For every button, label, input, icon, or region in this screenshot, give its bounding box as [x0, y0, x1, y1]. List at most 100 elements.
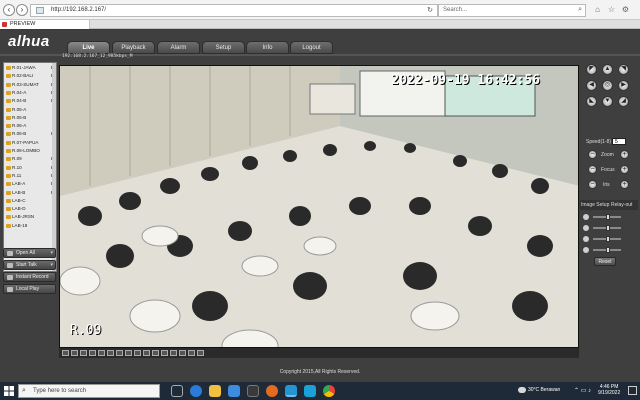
address-bar[interactable]: http://192.168.2.167/ ↻ — [30, 4, 438, 17]
favorites-icon[interactable]: ☆ — [606, 4, 617, 15]
ptz-left-icon[interactable]: ◀ — [586, 80, 597, 91]
camera-list-item[interactable]: R.07-PAPUA — [6, 139, 56, 147]
task-view-icon[interactable] — [171, 385, 183, 397]
ptz-up-left-icon[interactable]: ◤ — [586, 64, 597, 75]
browser-search-input[interactable]: Search... ⌕ — [438, 4, 586, 17]
notification-icon[interactable] — [628, 386, 637, 395]
weather-text[interactable]: 30°C Berawan — [528, 387, 560, 393]
ptz-up-icon[interactable]: ▲ — [602, 64, 613, 75]
app-icon[interactable] — [247, 385, 259, 397]
layout-64-icon[interactable] — [152, 350, 159, 356]
audio-icon[interactable] — [188, 350, 195, 356]
camera-list-item[interactable]: LAB-19 — [6, 222, 56, 230]
nav-tab-logout[interactable]: Logout — [290, 41, 333, 54]
windows-start-icon[interactable] — [3, 385, 15, 397]
taskbar-search-input[interactable]: ⌕ Type here to search — [18, 384, 160, 398]
teamviewer-icon[interactable] — [304, 385, 316, 397]
local-play-button[interactable]: Local Play — [3, 284, 56, 294]
zoom-out-icon[interactable]: − — [588, 150, 597, 159]
file-explorer-icon[interactable] — [209, 385, 221, 397]
refresh-icon[interactable]: ↻ — [427, 6, 433, 14]
camera-list-item[interactable]: R.09M — [6, 155, 56, 163]
store-icon[interactable] — [228, 385, 240, 397]
camera-list-item[interactable]: LAB-C — [6, 197, 56, 205]
snapshot-icon[interactable] — [170, 350, 177, 356]
tab-label: PREVIEW — [10, 21, 36, 27]
layout-13-icon[interactable] — [107, 350, 114, 356]
tray-icons[interactable]: ⌃ ▭ ♪ — [574, 387, 591, 394]
brightness-slider-knob[interactable] — [606, 214, 610, 220]
layout-6-icon[interactable] — [80, 350, 87, 356]
layout-20-icon[interactable] — [125, 350, 132, 356]
fullscreen-icon[interactable] — [161, 350, 168, 356]
camera-list-item[interactable]: R.03-SUMATM — [6, 81, 56, 89]
search-icon[interactable]: ⌕ — [578, 6, 582, 14]
settings-gear-icon[interactable]: ⚙ — [620, 4, 631, 15]
video-toolbar — [59, 348, 579, 358]
close-all-icon[interactable] — [197, 350, 204, 356]
relay-out-tab[interactable]: Relay-out — [611, 202, 632, 208]
ptz-down-right-icon[interactable]: ◢ — [618, 96, 629, 107]
iris-open-icon[interactable]: + — [620, 180, 629, 189]
camera-list-item[interactable]: LAB-JRSN — [6, 213, 56, 221]
start-talk-button[interactable]: Start Talk ▾ — [3, 260, 56, 270]
focus-far-icon[interactable]: + — [620, 165, 629, 174]
layout-9-icon[interactable] — [98, 350, 105, 356]
chevron-down-icon[interactable]: ▾ — [50, 261, 53, 270]
layout-25-icon[interactable] — [134, 350, 141, 356]
camera-list-item[interactable]: LAB-AM — [6, 180, 56, 188]
ptz-down-left-icon[interactable]: ◣ — [586, 96, 597, 107]
camera-list-item[interactable]: R.06-A — [6, 122, 56, 130]
layout-36-icon[interactable] — [143, 350, 150, 356]
camera-list-item[interactable]: R.04-AM — [6, 89, 56, 97]
chrome-icon[interactable] — [323, 385, 335, 397]
edge-icon[interactable] — [190, 385, 202, 397]
layout-16-icon[interactable] — [116, 350, 123, 356]
camera-list-item[interactable]: R.04-BM — [6, 97, 56, 105]
ptz-up-right-icon[interactable]: ◥ — [618, 64, 629, 75]
layout-8-icon[interactable] — [89, 350, 96, 356]
instant-record-button[interactable]: Instant Record — [3, 272, 56, 282]
camera-list-item[interactable]: LAB-BM — [6, 189, 56, 197]
ptz-right-icon[interactable]: ▶ — [618, 80, 629, 91]
live-video-view[interactable]: 2022-09-19 16:42:56 R.09 — [59, 65, 579, 348]
ptz-3d-position-icon[interactable]: ◎ — [602, 80, 613, 91]
firefox-icon[interactable] — [266, 385, 278, 397]
ptz-down-icon[interactable]: ▼ — [602, 96, 613, 107]
nav-tab-setup[interactable]: Setup — [202, 41, 245, 54]
nav-tab-playback[interactable]: Playback — [112, 41, 155, 54]
speed-select[interactable]: 5 — [612, 138, 626, 145]
camera-list-item[interactable]: R.05-A — [6, 106, 56, 114]
camera-list-item[interactable]: LAB-D — [6, 205, 56, 213]
camera-list-item[interactable]: R.05-B — [6, 114, 56, 122]
nav-tab-alarm[interactable]: Alarm — [157, 41, 200, 54]
camera-list-item[interactable]: R.10M — [6, 164, 56, 172]
nav-tab-info[interactable]: Info — [246, 41, 289, 54]
internet-explorer-icon[interactable] — [285, 385, 297, 397]
layout-1-icon[interactable] — [62, 350, 69, 356]
camera-list-item[interactable]: R.02-BALIM — [6, 72, 56, 80]
record-clip-icon[interactable] — [179, 350, 186, 356]
taskbar-clock[interactable]: 4:46 PM 9/19/2022 — [598, 384, 620, 396]
saturation-slider-knob[interactable] — [606, 247, 610, 253]
reset-button[interactable]: Reset — [594, 257, 616, 266]
chevron-down-icon[interactable]: ▾ — [50, 249, 53, 258]
camera-list-item[interactable]: R.06-BM — [6, 130, 56, 138]
back-icon[interactable]: ‹ — [3, 4, 15, 16]
forward-icon[interactable]: › — [16, 4, 28, 16]
home-icon[interactable]: ⌂ — [592, 4, 603, 15]
zoom-in-icon[interactable]: + — [620, 150, 629, 159]
contrast-slider-knob[interactable] — [606, 225, 610, 231]
camera-list-item[interactable]: R.01-JAWAM — [6, 64, 56, 72]
camera-list-item[interactable]: R.11M — [6, 172, 56, 180]
browser-tab-preview[interactable]: PREVIEW — [0, 20, 90, 29]
hue-slider-knob[interactable] — [606, 236, 610, 242]
iris-close-icon[interactable]: − — [588, 180, 597, 189]
open-all-button[interactable]: Open All ▾ — [3, 248, 56, 258]
layout-4-icon[interactable] — [71, 350, 78, 356]
nav-tab-live[interactable]: Live — [67, 41, 110, 54]
image-setup-tab[interactable]: Image Setup — [581, 202, 609, 208]
camera-list-item[interactable]: R.08-LOMBO — [6, 147, 56, 155]
focus-near-icon[interactable]: − — [588, 165, 597, 174]
camera-list-scrollbar[interactable] — [52, 63, 56, 271]
